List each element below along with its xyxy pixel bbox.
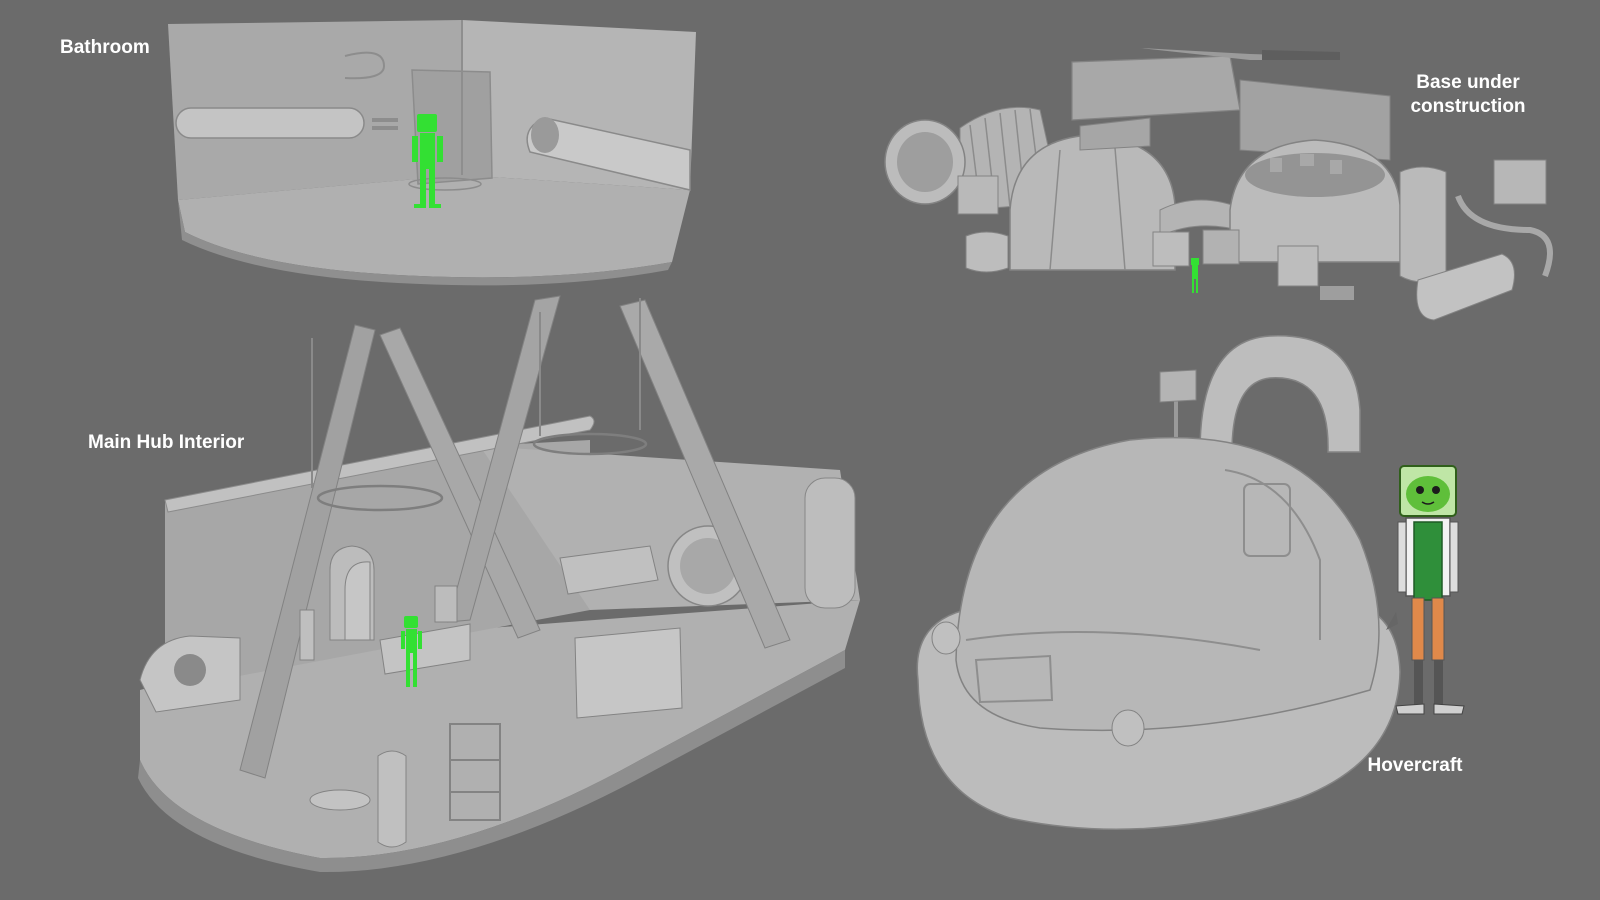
base-under-construction-model	[884, 48, 1553, 321]
main-hub-interior-model	[138, 295, 860, 873]
base-scale-figure	[1191, 258, 1199, 293]
bathroom-model	[168, 20, 696, 286]
hovercraft-model	[916, 335, 1401, 830]
render-scene	[138, 20, 1553, 873]
